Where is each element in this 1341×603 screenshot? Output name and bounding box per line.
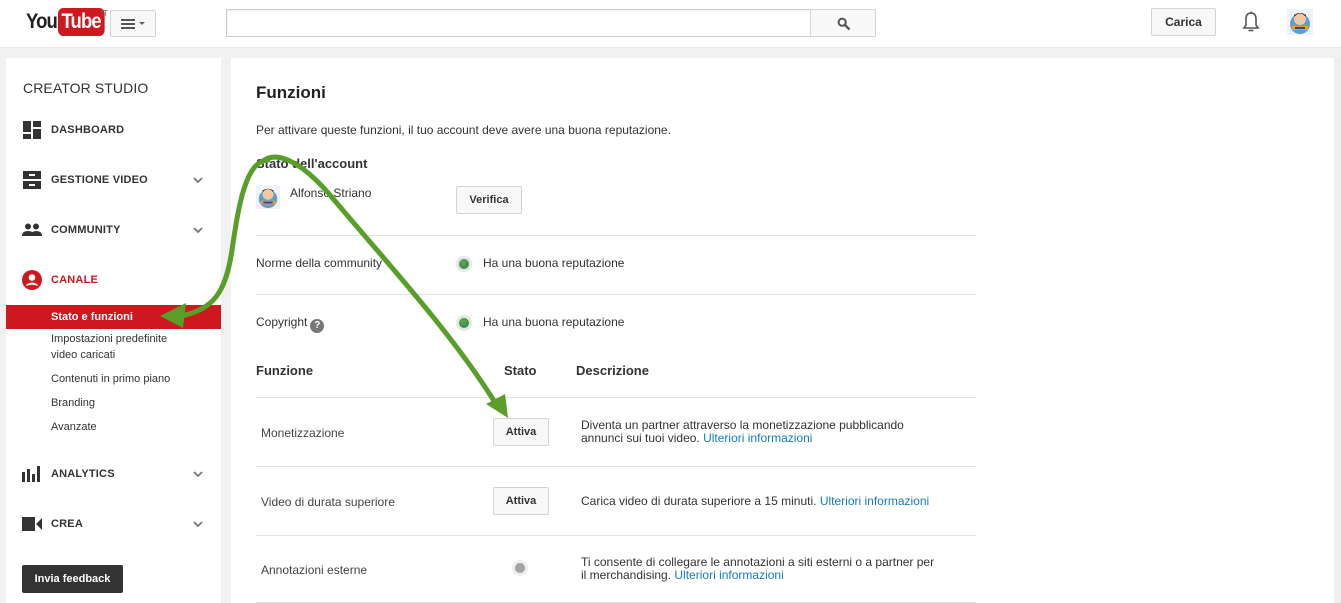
verify-button[interactable]: Verifica	[456, 186, 522, 214]
dashboard-icon	[22, 120, 42, 140]
divider	[256, 294, 976, 295]
community-guidelines-label: Norme della community	[256, 256, 383, 270]
subnav-upload-defaults[interactable]: Impostazioni predefinite video caricati	[6, 331, 221, 363]
description-text: il merchandising.	[581, 568, 672, 582]
search-input[interactable]	[227, 10, 811, 36]
subnav-label-line1: Impostazioni predefinite	[51, 333, 168, 345]
subnav-branding[interactable]: Branding	[6, 395, 221, 411]
page-scrollbar[interactable]	[1334, 58, 1341, 603]
divider	[256, 466, 976, 467]
feature-description-longer-videos: Carica video di durata superiore a 15 mi…	[581, 495, 976, 508]
chevron-down-icon[interactable]	[192, 174, 204, 186]
divider	[256, 535, 976, 536]
hamburger-icon	[121, 18, 135, 29]
account-status-heading: Stato dell'account	[256, 156, 368, 171]
good-standing-status-icon	[456, 256, 472, 272]
sidebar-item-create[interactable]: CREA	[6, 509, 221, 539]
description-text: annunci sui tuoi video.	[581, 431, 700, 445]
search-icon	[837, 17, 850, 30]
youtube-logo[interactable]: You Tube IT	[26, 8, 111, 36]
sidebar: CREATOR STUDIO DASHBOARD GESTIONE VIDEO …	[6, 58, 221, 603]
divider	[256, 235, 976, 236]
learn-more-link[interactable]: Ulteriori informazioni	[674, 568, 783, 582]
logo-you-text: You	[26, 10, 58, 33]
sidebar-item-label: GESTIONE VIDEO	[51, 174, 148, 186]
learn-more-link[interactable]: Ulteriori informazioni	[703, 431, 812, 445]
good-standing-status-icon	[456, 315, 472, 331]
subnav-advanced[interactable]: Avanzate	[6, 419, 221, 435]
analytics-icon	[22, 464, 42, 484]
account-avatar[interactable]	[1287, 9, 1313, 35]
subnav-status-and-features[interactable]: Stato e funzioni	[6, 305, 221, 329]
guide-menu-button[interactable]	[110, 10, 156, 37]
unavailable-status-icon	[512, 560, 528, 576]
create-icon	[22, 514, 42, 534]
search-button[interactable]	[810, 9, 876, 37]
page-title: Funzioni	[256, 83, 326, 102]
description-line: il merchandising. Ulteriori informazioni	[581, 569, 976, 582]
caret-down-icon	[139, 22, 145, 25]
sidebar-item-video-manager[interactable]: GESTIONE VIDEO	[6, 165, 221, 195]
community-icon	[22, 220, 42, 240]
account-name: Alfonso Striano	[290, 186, 372, 200]
sidebar-item-label: DASHBOARD	[51, 124, 125, 136]
feature-description-monetization: Diventa un partner attraverso la monetiz…	[581, 419, 976, 445]
feature-name-longer-videos: Video di durata superiore	[261, 495, 395, 509]
notifications-bell-icon[interactable]	[1241, 11, 1261, 33]
feature-name-monetization: Monetizzazione	[261, 426, 345, 440]
copyright-label: Copyright	[256, 315, 308, 329]
learn-more-link[interactable]: Ulteriori informazioni	[820, 494, 929, 508]
masthead: You Tube IT Carica	[0, 0, 1341, 48]
sidebar-item-label: ANALYTICS	[51, 468, 115, 480]
send-feedback-button[interactable]: Invia feedback	[22, 565, 123, 593]
description-line: annunci sui tuoi video. Ulteriori inform…	[581, 432, 976, 445]
sidebar-item-label: CREA	[51, 518, 83, 530]
main-content: Funzioni Per attivare queste funzioni, i…	[231, 58, 1334, 603]
sidebar-item-label: CANALE	[51, 274, 99, 286]
subnav-featured-content[interactable]: Contenuti in primo piano	[6, 371, 221, 387]
intro-text: Per attivare queste funzioni, il tuo acc…	[256, 123, 671, 137]
chevron-down-icon[interactable]	[192, 224, 204, 236]
sidebar-item-community[interactable]: COMMUNITY	[6, 215, 221, 245]
divider	[256, 397, 976, 398]
sidebar-item-channel[interactable]: CANALE	[6, 265, 221, 295]
feature-name-external-annotations: Annotazioni esterne	[261, 563, 368, 577]
subnav-label-line2: video caricati	[51, 349, 116, 361]
community-guidelines-status: Ha una buona reputazione	[483, 256, 625, 270]
locale-badge: IT	[101, 9, 109, 18]
sidebar-item-analytics[interactable]: ANALYTICS	[6, 459, 221, 489]
search-box	[226, 9, 811, 37]
creator-studio-title: CREATOR STUDIO	[23, 80, 149, 96]
feature-column-header: Funzione	[256, 363, 314, 378]
chevron-down-icon[interactable]	[192, 468, 204, 480]
account-avatar	[256, 185, 280, 209]
help-icon[interactable]: ?	[310, 319, 325, 333]
sidebar-item-label: COMMUNITY	[51, 224, 121, 236]
copyright-row: Copyright?	[256, 315, 325, 333]
description-text: Carica video di durata superiore a 15 mi…	[581, 494, 817, 508]
copyright-status: Ha una buona reputazione	[483, 315, 625, 329]
description-column-header: Descrizione	[576, 363, 649, 378]
enable-longer-videos-button[interactable]: Attiva	[493, 487, 549, 515]
status-column-header: Stato	[504, 363, 537, 378]
feature-description-external-annotations: Ti consente di collegare le annotazioni …	[581, 556, 976, 582]
enable-monetization-button[interactable]: Attiva	[493, 418, 549, 446]
upload-button[interactable]: Carica	[1151, 8, 1216, 36]
sidebar-item-dashboard[interactable]: DASHBOARD	[6, 115, 221, 145]
video-manager-icon	[22, 170, 42, 190]
chevron-down-icon[interactable]	[192, 518, 204, 530]
logo-tube-text: Tube	[58, 8, 105, 36]
channel-icon	[22, 270, 42, 290]
